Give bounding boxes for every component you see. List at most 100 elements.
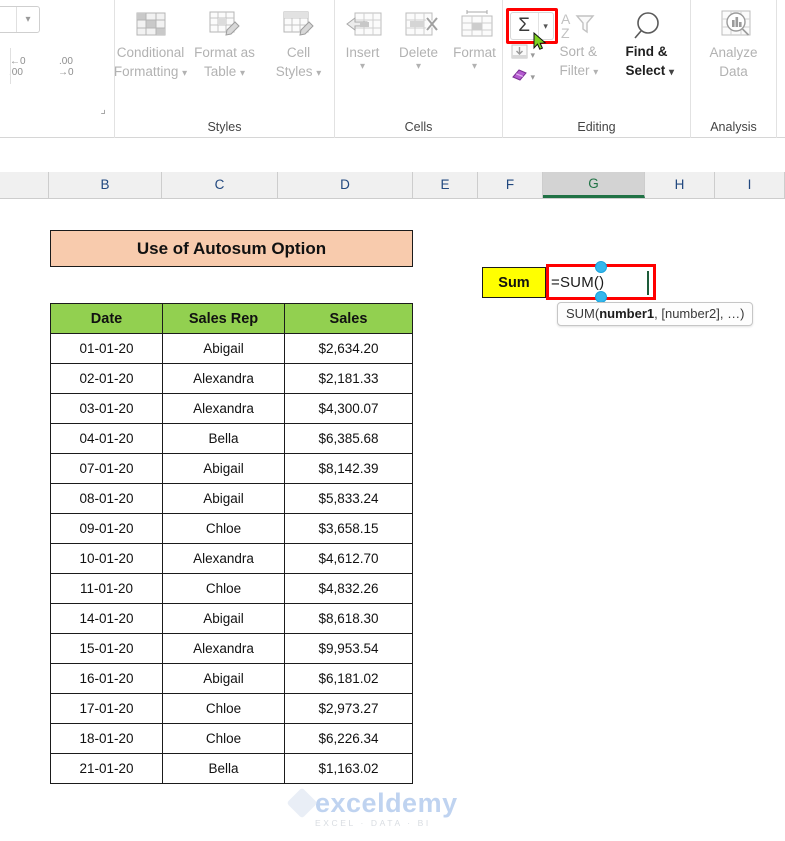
chevron-down-icon[interactable]: ▾ [360, 61, 365, 72]
cell-date[interactable]: 18-01-20 [50, 723, 163, 754]
chevron-down-icon[interactable]: ▾ [17, 14, 39, 25]
number-format-select[interactable]: ▾ [0, 6, 40, 33]
cell-sales-rep[interactable]: Alexandra [162, 633, 285, 664]
ribbon-group-partial [777, 0, 785, 138]
cell-sales-rep[interactable]: Chloe [162, 723, 285, 754]
cell-sales[interactable]: $6,226.34 [284, 723, 413, 754]
table-row[interactable]: 17-01-20 Chloe $2,973.27 [50, 693, 413, 724]
column-header-F[interactable]: F [478, 172, 543, 198]
cell-date[interactable]: 07-01-20 [50, 453, 163, 484]
table-row[interactable]: 10-01-20 Alexandra $4,612.70 [50, 543, 413, 574]
column-header-H[interactable]: H [645, 172, 715, 198]
cell-sales-rep[interactable]: Alexandra [162, 393, 285, 424]
find-select-button[interactable]: Find & Select ▾ [626, 4, 690, 80]
chevron-down-icon[interactable]: ▾ [472, 61, 477, 72]
table-row[interactable]: 11-01-20 Chloe $4,832.26 [50, 573, 413, 604]
selection-handle-top[interactable] [595, 261, 607, 273]
cell-sales[interactable]: $1,163.02 [284, 753, 413, 784]
cell-date[interactable]: 10-01-20 [50, 543, 163, 574]
cell-date[interactable]: 09-01-20 [50, 513, 163, 544]
format-as-table-button[interactable]: Format as Table ▾ [188, 4, 262, 80]
table-row[interactable]: 02-01-20 Alexandra $2,181.33 [50, 363, 413, 394]
cell-sales[interactable]: $4,300.07 [284, 393, 413, 424]
table-row[interactable]: 09-01-20 Chloe $3,658.15 [50, 513, 413, 544]
delete-cells-button[interactable]: Delete ▾ [391, 4, 447, 72]
cell-sales[interactable]: $4,612.70 [284, 543, 413, 574]
table-row[interactable]: 03-01-20 Alexandra $4,300.07 [50, 393, 413, 424]
cell-sales[interactable]: $3,658.15 [284, 513, 413, 544]
table-row[interactable]: 21-01-20 Bella $1,163.02 [50, 753, 413, 784]
cell-styles-button[interactable]: Cell Styles ▾ [262, 4, 336, 80]
formula-text[interactable]: =SUM() [549, 274, 604, 291]
cell-sales-rep[interactable]: Chloe [162, 693, 285, 724]
table-row[interactable]: 07-01-20 Abigail $8,142.39 [50, 453, 413, 484]
column-header-B[interactable]: B [49, 172, 162, 198]
cell-date[interactable]: 01-01-20 [50, 333, 163, 364]
cells-group-body: Insert ▾ Delete ▾ Format ▾ [335, 0, 503, 116]
chevron-down-icon[interactable]: ▾ [539, 21, 553, 32]
cell-sales[interactable]: $2,634.20 [284, 333, 413, 364]
column-header-I[interactable]: I [715, 172, 785, 198]
table-row[interactable]: 04-01-20 Bella $6,385.68 [50, 423, 413, 454]
clear-eraser-icon[interactable] [510, 66, 529, 89]
cell-sales-rep[interactable]: Abigail [162, 483, 285, 514]
cell-sales[interactable]: $2,181.33 [284, 363, 413, 394]
cell-date[interactable]: 08-01-20 [50, 483, 163, 514]
table-row[interactable]: 08-01-20 Abigail $5,833.24 [50, 483, 413, 514]
analyze-data-button[interactable]: Analyze Data [697, 4, 771, 80]
table-row[interactable]: 01-01-20 Abigail $2,634.20 [50, 333, 413, 364]
table-row[interactable]: 14-01-20 Abigail $8,618.30 [50, 603, 413, 634]
format-cells-button[interactable]: Format ▾ [447, 4, 503, 72]
table-row[interactable]: 18-01-20 Chloe $6,226.34 [50, 723, 413, 754]
dialog-launcher-icon[interactable]: ⌟ [100, 102, 106, 116]
cell-sales[interactable]: $6,385.68 [284, 423, 413, 454]
cell-sales-rep[interactable]: Chloe [162, 573, 285, 604]
cell-sales-rep[interactable]: Bella [162, 753, 285, 784]
cell-date[interactable]: 21-01-20 [50, 753, 163, 784]
cell-sales[interactable]: $6,181.02 [284, 663, 413, 694]
conditional-formatting-button[interactable]: Conditional Formatting ▾ [114, 4, 188, 80]
chevron-down-icon[interactable]: ▾ [416, 61, 421, 72]
cell-date[interactable]: 04-01-20 [50, 423, 163, 454]
table-head: Date Sales Rep Sales [50, 303, 413, 334]
cell-sales-rep[interactable]: Abigail [162, 453, 285, 484]
cell-date[interactable]: 15-01-20 [50, 633, 163, 664]
table-row[interactable]: 15-01-20 Alexandra $9,953.54 [50, 633, 413, 664]
cell-date[interactable]: 16-01-20 [50, 663, 163, 694]
column-header-C[interactable]: C [162, 172, 278, 198]
insert-cells-label: Insert [345, 45, 380, 60]
cell-sales[interactable]: $4,832.26 [284, 573, 413, 604]
autosum-button[interactable]: Σ ▾ [509, 12, 554, 40]
select-all-corner[interactable] [0, 172, 49, 198]
cell-sales-rep[interactable]: Abigail [162, 663, 285, 694]
cell-sales[interactable]: $5,833.24 [284, 483, 413, 514]
sort-filter-button[interactable]: A Z Sort & Filter ▾ [560, 4, 626, 80]
cell-sales-rep[interactable]: Alexandra [162, 543, 285, 574]
fill-button-row[interactable]: ▾ [504, 44, 560, 66]
insert-cells-button[interactable]: Insert ▾ [335, 4, 391, 72]
table-row[interactable]: 16-01-20 Abigail $6,181.02 [50, 663, 413, 694]
column-header-D[interactable]: D [278, 172, 413, 198]
cell-sales[interactable]: $8,142.39 [284, 453, 413, 484]
column-header-E[interactable]: E [413, 172, 478, 198]
formula-entry-cell[interactable]: =SUM() [546, 261, 656, 303]
cell-sales[interactable]: $9,953.54 [284, 633, 413, 664]
column-header-G[interactable]: G [543, 172, 645, 198]
decrease-decimal-icon[interactable]: ←0 .00 [8, 52, 38, 83]
cell-sales-rep[interactable]: Chloe [162, 513, 285, 544]
cell-date[interactable]: 02-01-20 [50, 363, 163, 394]
cell-sales[interactable]: $8,618.30 [284, 603, 413, 634]
cell-date[interactable]: 11-01-20 [50, 573, 163, 604]
cell-date[interactable]: 17-01-20 [50, 693, 163, 724]
cell-sales-rep[interactable]: Alexandra [162, 363, 285, 394]
clear-button-row[interactable]: ▾ [504, 66, 560, 88]
chevron-down-icon[interactable]: ▾ [531, 72, 536, 83]
cell-sales-rep[interactable]: Bella [162, 423, 285, 454]
cell-date[interactable]: 03-01-20 [50, 393, 163, 424]
cell-date[interactable]: 14-01-20 [50, 603, 163, 634]
increase-decimal-icon[interactable]: .00 →0 [56, 52, 86, 83]
fill-down-icon[interactable] [510, 44, 529, 67]
cell-sales-rep[interactable]: Abigail [162, 333, 285, 364]
cell-sales-rep[interactable]: Abigail [162, 603, 285, 634]
cell-sales[interactable]: $2,973.27 [284, 693, 413, 724]
